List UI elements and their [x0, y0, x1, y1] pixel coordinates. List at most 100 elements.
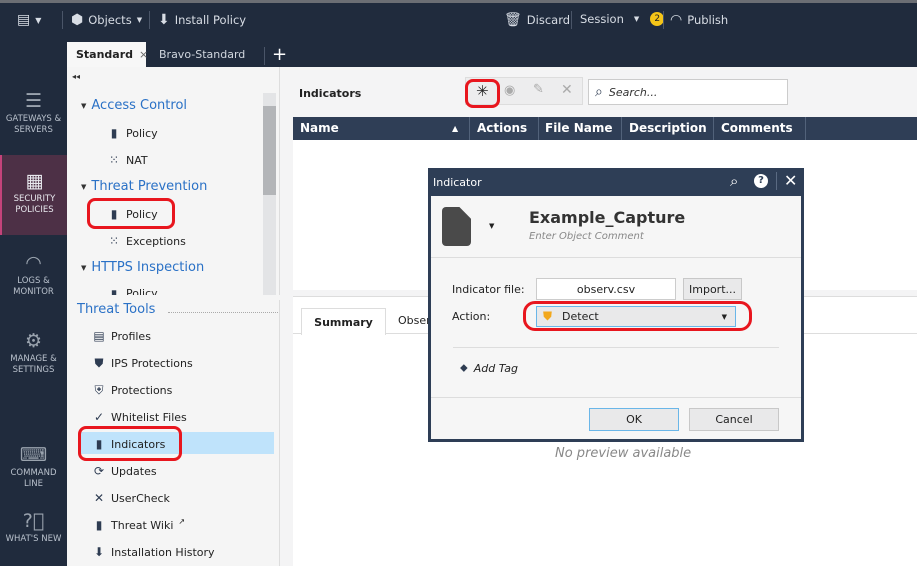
nav-manage-settings[interactable]: ⚙ MANAGE & SETTINGS [0, 331, 67, 376]
tree-item-installation-history[interactable]: ⬇ Installation History [92, 545, 215, 559]
app-menu-button[interactable]: ▤ ▼ [17, 12, 41, 28]
item-label: Updates [111, 464, 157, 478]
search-input[interactable]: ⌕ Search... [588, 79, 788, 105]
shield-icon: ⛊ [94, 356, 104, 370]
search-icon: ⌕ [595, 84, 603, 100]
install-policy-button[interactable]: ⬇ Install Policy [158, 12, 246, 28]
gear-icon: ⚙ [24, 330, 43, 352]
indicator-file-label: Indicator file: [452, 283, 525, 296]
caret-down-icon: ▼ [81, 263, 87, 272]
publish-label: Publish [687, 13, 729, 27]
item-label: UserCheck [111, 491, 170, 505]
usercheck-icon: ✕ [93, 491, 105, 505]
policy-tabs: Standard × Bravo-Standard + [0, 37, 917, 67]
object-comment-input[interactable]: Enter Object Comment [529, 231, 644, 242]
plus-icon: + [272, 44, 288, 65]
nav-whats-new[interactable]: ?⃝ WHAT'S NEW [0, 511, 67, 545]
section-threat-prevention[interactable]: ▼ Threat Prevention [81, 179, 207, 194]
column-file-name[interactable]: File Name [545, 121, 613, 135]
nav-logs-monitor[interactable]: ◠ LOGS & MONITOR [0, 253, 67, 298]
column-comments[interactable]: Comments [721, 121, 793, 135]
session-label: Session [580, 12, 624, 26]
panel-title: Indicators [299, 87, 362, 100]
tree-item-access-policy[interactable]: ▮ Policy [107, 126, 158, 140]
cancel-button[interactable]: Cancel [689, 408, 779, 431]
tree-item-threat-wiki[interactable]: ▮ Threat Wiki ↗ [92, 517, 185, 533]
dotted-divider [168, 307, 279, 313]
nav-label: WHAT'S NEW [5, 534, 62, 544]
tab-standard[interactable]: Standard × [67, 42, 148, 67]
tree-item-whitelist-files[interactable]: ✓ Whitelist Files [92, 410, 187, 424]
action-label: Action: [452, 310, 491, 323]
profile-doc-icon: ▤ [93, 329, 105, 343]
section-https-inspection[interactable]: ▼ HTTPS Inspection [81, 260, 204, 275]
tree-item-protections[interactable]: ⛨ Protections [92, 383, 172, 398]
session-menu-button[interactable]: Session ▼ 2 [580, 12, 665, 26]
chevron-down-icon[interactable]: ▼ [489, 222, 494, 230]
view-eye-icon[interactable]: ◉ [504, 83, 515, 98]
tree-item-https-policy[interactable]: ▮ Policy [107, 287, 158, 295]
column-name[interactable]: Name [300, 121, 339, 135]
close-icon[interactable]: ✕ [784, 171, 797, 190]
tree-item-profiles[interactable]: ▤ Profiles [92, 329, 151, 343]
divider [62, 11, 63, 29]
tree-item-updates[interactable]: ⟳ Updates [92, 464, 157, 478]
divider [621, 117, 622, 140]
chevron-down-icon: ▼ [136, 16, 143, 24]
import-button[interactable]: Import... [683, 278, 742, 300]
highlight-action [523, 301, 752, 331]
nav-security-policies[interactable]: ▦ SECURITY POLICIES [0, 155, 67, 235]
nav-gateways-servers[interactable]: ☰ GATEWAYS & SERVERS [0, 91, 67, 136]
tree-item-ips-protections[interactable]: ⛊ IPS Protections [92, 356, 193, 371]
chevron-down-icon: ▼ [633, 15, 640, 23]
tab-observables[interactable]: Obser [398, 314, 431, 327]
divider [663, 11, 664, 29]
column-description[interactable]: Description [629, 121, 707, 135]
delete-x-icon[interactable]: ✕ [561, 82, 573, 98]
tab-summary[interactable]: Summary [301, 308, 386, 335]
dialog-title: Indicator [433, 176, 482, 189]
wiki-book-icon: ▮ [95, 518, 103, 532]
item-label: IPS Protections [111, 357, 193, 370]
button-label: Import... [689, 282, 736, 296]
help-icon[interactable]: ? [754, 174, 768, 188]
button-label: OK [626, 413, 642, 426]
tree-item-usercheck[interactable]: ✕ UserCheck [92, 491, 170, 505]
close-icon[interactable]: × [139, 48, 148, 61]
left-nav: ☰ GATEWAYS & SERVERS ▦ SECURITY POLICIES ◠… [0, 67, 67, 566]
gauge-icon: ◠ [25, 252, 42, 274]
server-icon: ☰ [24, 90, 43, 112]
edit-pencil-icon[interactable]: ✎ [533, 82, 544, 97]
sort-ascending-icon[interactable]: ▲ [452, 124, 458, 133]
section-label: Access Control [91, 98, 188, 113]
file-type-icon[interactable] [442, 207, 471, 246]
indicator-file-field[interactable]: observ.csv [536, 278, 676, 300]
tab-bravo-standard[interactable]: Bravo-Standard [150, 42, 254, 67]
objects-menu-button[interactable]: ⬢ Objects ▼ [71, 12, 142, 28]
publish-button[interactable]: ◠ Publish [670, 12, 728, 28]
section-access-control[interactable]: ▼ Access Control [81, 98, 187, 113]
tree-scrollbar-thumb[interactable] [263, 106, 276, 195]
tab-label: Bravo-Standard [159, 48, 246, 61]
column-actions[interactable]: Actions [477, 121, 527, 135]
collapse-panel-icon[interactable]: ◂◂ [72, 72, 80, 81]
ok-button[interactable]: OK [589, 408, 679, 431]
object-name-input[interactable]: Example_Capture [529, 208, 685, 227]
cube-icon: ⬢ [71, 12, 84, 28]
add-tag-button[interactable]: ⬥ Add Tag [460, 361, 518, 375]
search-icon[interactable]: ⌕ [730, 172, 738, 190]
discard-button[interactable]: 🗑 Discard [504, 12, 570, 28]
section-threat-tools: Threat Tools [77, 302, 279, 317]
divider [431, 257, 801, 258]
nav-command-line[interactable]: ⌨ COMMAND LINE [0, 445, 67, 490]
item-label: Policy [126, 287, 158, 295]
help-icon: ?⃝ [22, 510, 45, 532]
add-tab-button[interactable]: + [263, 42, 296, 67]
search-placeholder: Search... [608, 85, 658, 99]
item-label: Protections [111, 384, 173, 397]
tree-scroll-edge [67, 295, 280, 300]
item-label: Exceptions [126, 234, 186, 248]
tree-item-nat[interactable]: ⁙ NAT [107, 153, 148, 167]
nav-label: GATEWAYS & SERVERS [5, 114, 62, 135]
tree-item-exceptions[interactable]: ⁙ Exceptions [107, 234, 186, 248]
